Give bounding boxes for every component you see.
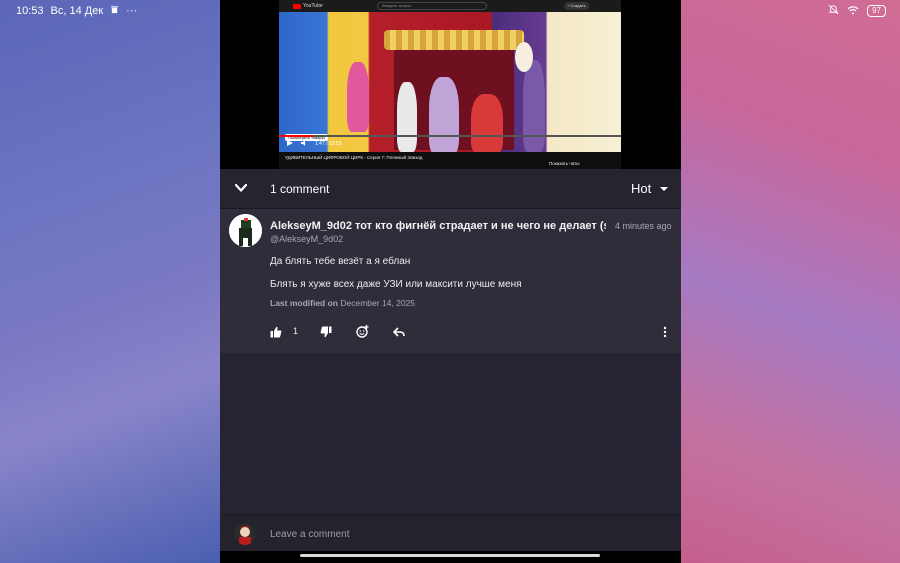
comment-text-line-1: Да блять тебе везёт а я еблан bbox=[270, 256, 411, 267]
side-label: Показать чаты bbox=[549, 161, 580, 166]
trash-icon bbox=[110, 5, 119, 17]
video-frame[interactable]: YouTube Введите запрос + Создать Посмотр… bbox=[279, 0, 621, 169]
play-icon[interactable] bbox=[287, 140, 293, 148]
comment-text-line-2: Блять я хуже всех даже УЗИ или максити л… bbox=[270, 279, 522, 290]
comment-handle[interactable]: @AlekseyM_9d02 bbox=[270, 234, 343, 244]
battery-indicator: 97 bbox=[867, 5, 886, 17]
comment-input[interactable]: Leave a comment bbox=[270, 529, 350, 540]
mute-bell-icon bbox=[828, 4, 839, 18]
comment-count: 1 comment bbox=[270, 182, 330, 196]
comment-time: 4 minutes ago bbox=[615, 221, 672, 231]
thumb-up-icon[interactable] bbox=[270, 325, 284, 339]
character-jax bbox=[523, 60, 545, 152]
like-count: 1 bbox=[293, 326, 299, 336]
thumb-down-icon[interactable] bbox=[320, 325, 334, 339]
volume-icon[interactable] bbox=[301, 140, 307, 148]
sort-caret-icon[interactable] bbox=[660, 187, 668, 191]
wifi-icon bbox=[847, 5, 859, 18]
chevron-down-icon[interactable] bbox=[234, 181, 248, 195]
comment-modified: Last modified on December 14, 2025 bbox=[270, 298, 415, 308]
avatar[interactable] bbox=[229, 214, 262, 247]
current-user-avatar bbox=[234, 523, 256, 545]
stage-arch bbox=[384, 30, 524, 50]
overflow-dots: ··· bbox=[126, 5, 138, 17]
navigation-bar bbox=[220, 551, 681, 563]
modified-label: Last modified on bbox=[270, 298, 338, 308]
character-jester bbox=[347, 62, 369, 132]
more-vertical-icon[interactable] bbox=[662, 325, 676, 339]
comment-composer[interactable]: Leave a comment bbox=[220, 514, 681, 551]
clock: 10:53 bbox=[16, 5, 44, 17]
video-progress[interactable] bbox=[279, 135, 621, 137]
home-indicator[interactable] bbox=[300, 554, 600, 557]
character-mask bbox=[397, 82, 417, 152]
character-pomni bbox=[471, 94, 503, 154]
wallpaper-right bbox=[680, 0, 900, 563]
video-info: УДИВИТЕЛЬНЫЙ ЦИФРОВОЙ ЦИРК - Серия 7: Пл… bbox=[279, 152, 621, 169]
video-title: УДИВИТЕЛЬНЫЙ ЦИФРОВОЙ ЦИРК - Серия 7: Пл… bbox=[285, 155, 423, 160]
comment-actions: 1 bbox=[270, 325, 670, 339]
comment-author[interactable]: AlekseyM_9d02 тот кто фигнёй страдает и … bbox=[270, 220, 606, 232]
video-time: 1:47 / 22:53 bbox=[315, 141, 342, 147]
status-bar: 10:53 Вс, 14 Дек ··· 97 bbox=[0, 0, 900, 22]
character-caine bbox=[515, 42, 533, 72]
wallpaper-left bbox=[0, 0, 220, 563]
date: Вс, 14 Дек bbox=[50, 5, 104, 17]
add-reaction-icon[interactable] bbox=[356, 325, 370, 339]
video-controls: 1:47 / 22:53 bbox=[287, 140, 341, 148]
video-player[interactable]: YouTube Введите запрос + Создать Посмотр… bbox=[220, 0, 681, 169]
comments-header: 1 comment Hot bbox=[220, 169, 681, 209]
comment-item: AlekseyM_9d02 тот кто фигнёй страдает и … bbox=[220, 209, 681, 353]
comments-app: YouTube Введите запрос + Создать Посмотр… bbox=[220, 0, 681, 563]
reply-icon[interactable] bbox=[392, 325, 407, 339]
character-ragatha bbox=[429, 77, 459, 155]
sort-dropdown[interactable]: Hot bbox=[631, 181, 651, 196]
video-progress-fill bbox=[279, 135, 314, 137]
modified-date: December 14, 2025 bbox=[340, 298, 416, 308]
